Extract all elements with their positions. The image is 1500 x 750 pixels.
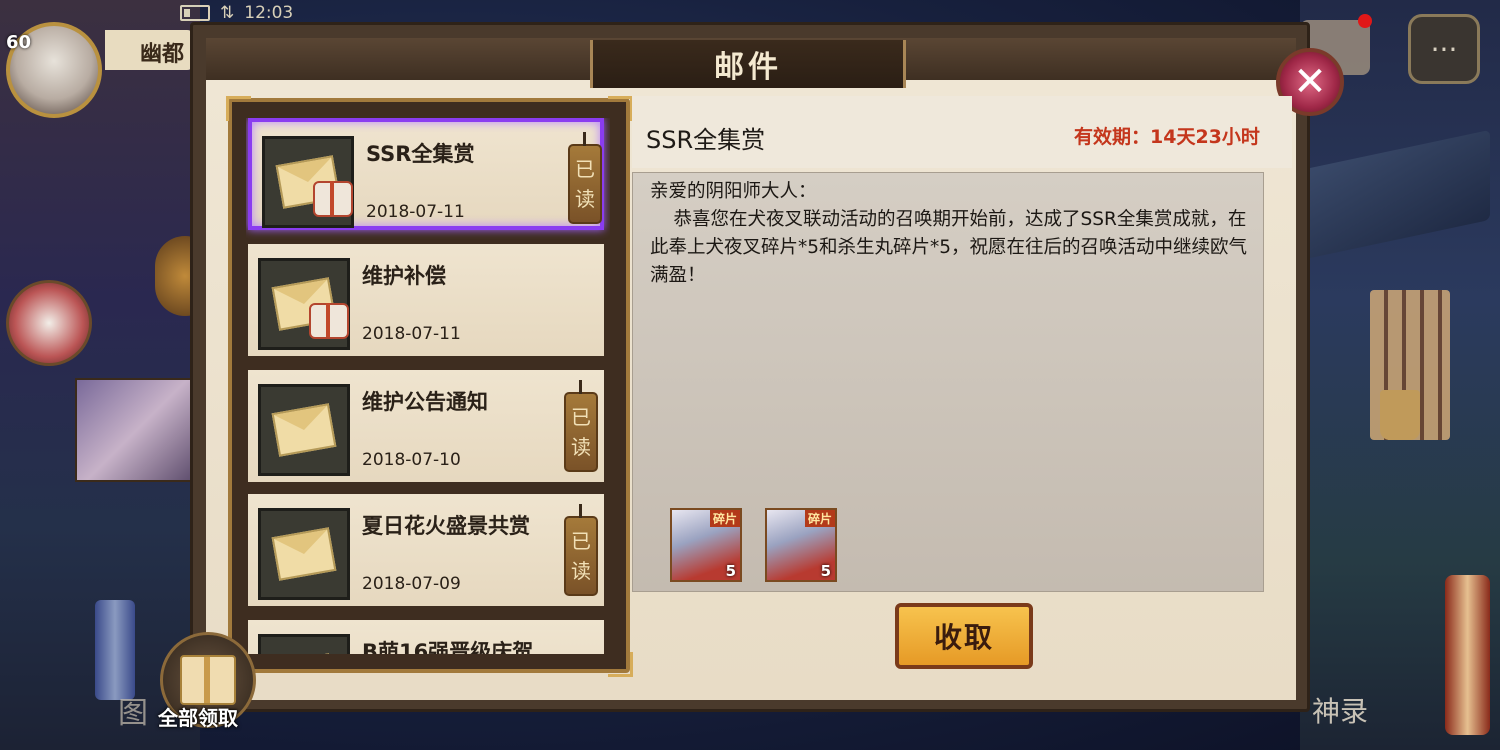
clock: 12:03 <box>244 3 294 23</box>
mail-item[interactable]: 夏日花火盛景共赏 2018-07-09 已读 <box>248 494 604 606</box>
player-level: 60 <box>6 32 32 53</box>
reward-tag: 碎片 <box>709 510 740 527</box>
bottom-right-label: 神录 <box>1312 695 1369 728</box>
window-title: 邮件 <box>714 50 782 85</box>
mail-list[interactable]: SSR全集赏 2018-07-11 已读 维护补偿 2018-07-11 维护公… <box>246 118 610 654</box>
mail-body-text: 亲爱的阴阳师大人： 恭喜您在犬夜叉联动活动的召唤期开始前，达成了SSR全集赏成就… <box>650 181 1248 286</box>
fox-mask-icon[interactable] <box>6 280 92 366</box>
mail-date: 2018-07-10 <box>362 450 461 470</box>
reward-item[interactable]: 碎片 5 <box>670 508 742 582</box>
frame-corner <box>608 652 633 677</box>
mail-date: 2018-07-09 <box>362 574 461 594</box>
title-plate: 邮件 <box>590 40 906 88</box>
mail-title: 夏日花火盛景共赏 <box>362 514 530 538</box>
notification-dot <box>1358 14 1372 28</box>
envelope-gift-icon <box>258 258 350 350</box>
bottom-left-label: 图 <box>118 696 148 731</box>
mail-item[interactable]: SSR全集赏 2018-07-11 已读 <box>248 118 604 230</box>
reward-count: 5 <box>820 562 831 580</box>
mail-item[interactable]: 维护公告通知 2018-07-10 已读 <box>248 370 604 482</box>
background-lamp <box>1380 390 1420 440</box>
frame-corner <box>608 96 633 121</box>
mail-title: 维护补偿 <box>362 264 446 288</box>
reward-count: 5 <box>725 562 736 580</box>
scroll-decoration-left <box>95 600 135 700</box>
mail-item[interactable]: 维护补偿 2018-07-11 <box>248 244 604 356</box>
mail-title: SSR全集赏 <box>366 142 475 166</box>
scroll-decoration-right <box>1445 575 1490 735</box>
mail-item[interactable]: B萌16强晋级庆贺 <box>248 620 604 654</box>
envelope-icon <box>258 508 350 600</box>
mail-expiry: 有效期：14天23小时 <box>1074 126 1260 148</box>
battery-icon <box>180 5 210 21</box>
collect-button[interactable]: 收取 <box>895 603 1033 669</box>
signal-icon: ⇅ <box>220 3 235 23</box>
chat-icon[interactable]: ··· <box>1408 14 1480 84</box>
envelope-icon <box>258 634 350 654</box>
mail-title: B萌16强晋级庆贺 <box>362 640 534 654</box>
mail-detail-title: SSR全集赏 <box>646 126 766 154</box>
reward-item[interactable]: 碎片 5 <box>765 508 837 582</box>
mail-date: 2018-07-11 <box>366 202 465 222</box>
reward-tag: 碎片 <box>804 510 835 527</box>
player-name: 幽都 <box>140 42 185 67</box>
event-banner-thumb[interactable] <box>75 378 199 482</box>
gift-icon <box>180 655 236 705</box>
collect-all-label[interactable]: 全部领取 <box>158 702 238 731</box>
mail-title: 维护公告通知 <box>362 390 488 414</box>
read-tag: 已读 <box>564 380 598 472</box>
close-icon: ✕ <box>1293 59 1327 105</box>
read-tag: 已读 <box>568 132 602 224</box>
mail-date: 2018-07-11 <box>362 324 461 344</box>
envelope-gift-icon <box>262 136 354 228</box>
envelope-icon <box>258 384 350 476</box>
read-tag: 已读 <box>564 504 598 596</box>
